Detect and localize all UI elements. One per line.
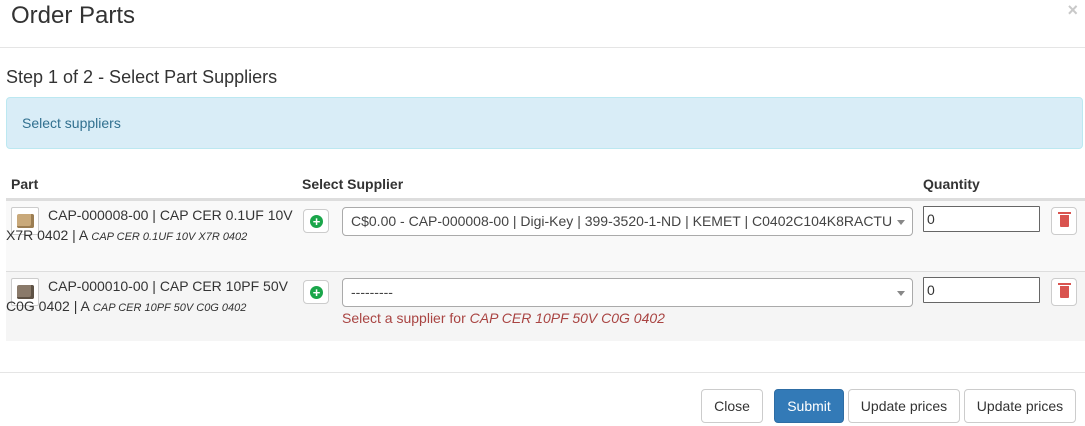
caret-down-icon: [897, 291, 905, 296]
close-icon[interactable]: ×: [1067, 1, 1078, 19]
part-cell: CAP-000010-00 | CAP CER 10PF 50V C0G 040…: [6, 276, 296, 318]
supplier-error-message: Select a supplier for CAP CER 10PF 50V C…: [342, 310, 665, 326]
info-alert: Select suppliers: [6, 97, 1083, 149]
part-cell: CAP-000008-00 | CAP CER 0.1UF 10V X7R 04…: [6, 205, 296, 247]
header-part: Part: [11, 176, 39, 192]
quantity-input[interactable]: [923, 277, 1040, 303]
delete-row-button[interactable]: [1051, 278, 1077, 306]
update-prices-button-2[interactable]: Update prices: [964, 389, 1076, 423]
caret-down-icon: [897, 220, 905, 225]
supplier-select[interactable]: ---------: [342, 278, 913, 307]
modal-title: Order Parts: [11, 2, 136, 29]
supplier-selected-value: C$0.00 - CAP-000008-00 | Digi-Key | 399-…: [351, 213, 893, 229]
modal-footer: Close Submit Update prices Update prices: [0, 372, 1085, 426]
table-row: CAP-000010-00 | CAP CER 10PF 50V C0G 040…: [6, 271, 1085, 341]
supplier-selected-value: ---------: [351, 284, 393, 300]
header-supplier: Select Supplier: [302, 176, 404, 192]
quantity-input[interactable]: [923, 206, 1040, 232]
delete-row-button[interactable]: [1051, 207, 1077, 235]
close-button[interactable]: Close: [701, 389, 763, 423]
plus-circle-icon: +: [310, 215, 323, 228]
part-description: CAP CER 0.1UF 10V X7R 0402: [91, 231, 248, 243]
part-description: CAP CER 10PF 50V C0G 0402: [92, 302, 247, 314]
table-header: Part Select Supplier Quantity: [6, 170, 1085, 200]
submit-button[interactable]: Submit: [774, 389, 844, 423]
supplier-select[interactable]: C$0.00 - CAP-000008-00 | Digi-Key | 399-…: [342, 207, 913, 236]
add-supplier-button[interactable]: +: [303, 280, 329, 304]
plus-circle-icon: +: [310, 286, 323, 299]
add-supplier-button[interactable]: +: [303, 209, 329, 233]
header-quantity: Quantity: [923, 176, 980, 192]
error-prefix: Select a supplier for: [342, 310, 466, 326]
modal-header: Order Parts ×: [0, 0, 1085, 48]
error-part-name: CAP CER 10PF 50V C0G 0402: [469, 310, 665, 326]
trash-icon: [1058, 212, 1071, 227]
parts-table: Part Select Supplier Quantity CAP-000008…: [6, 170, 1085, 341]
update-prices-button[interactable]: Update prices: [848, 389, 960, 423]
step-title: Step 1 of 2 - Select Part Suppliers: [6, 67, 278, 87]
table-row: CAP-000008-00 | CAP CER 0.1UF 10V X7R 04…: [6, 200, 1085, 271]
trash-icon: [1058, 283, 1071, 298]
